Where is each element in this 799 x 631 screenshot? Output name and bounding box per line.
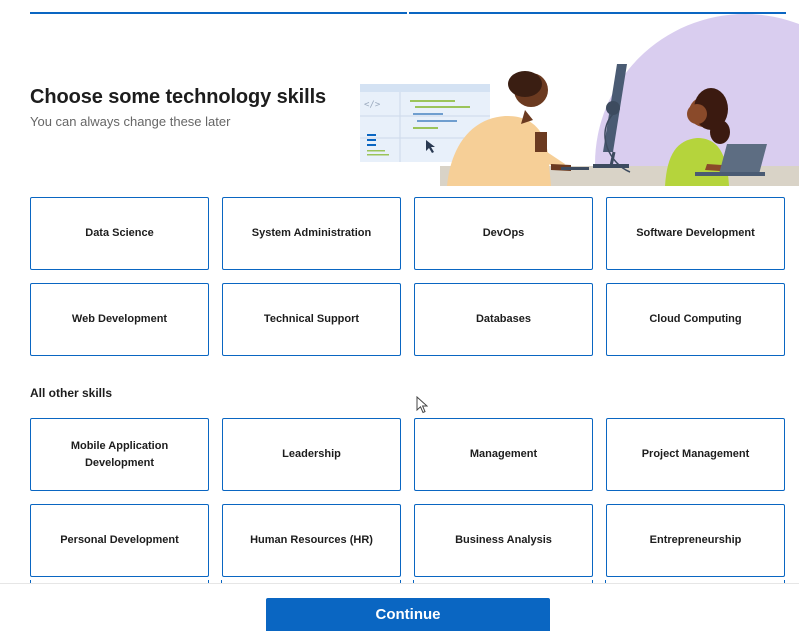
skill-tile-technical-support[interactable]: Technical Support	[222, 283, 401, 356]
other-skills-grid: Mobile Application Development Leadershi…	[30, 418, 785, 577]
skill-tile-project-management[interactable]: Project Management	[606, 418, 785, 491]
skill-tile-system-administration[interactable]: System Administration	[222, 197, 401, 270]
skill-tile-web-development[interactable]: Web Development	[30, 283, 209, 356]
illustration-code-tag: </>	[364, 100, 381, 110]
page-title: Choose some technology skills	[30, 86, 327, 108]
hero-illustration: </>	[360, 14, 799, 186]
illustration-laptop	[719, 144, 767, 174]
skill-tile-databases[interactable]: Databases	[414, 283, 593, 356]
featured-skills-grid: Data Science System Administration DevOp…	[30, 197, 785, 356]
skill-tile-mobile-application-development[interactable]: Mobile Application Development	[30, 418, 209, 491]
skill-tile-management[interactable]: Management	[414, 418, 593, 491]
continue-button[interactable]: Continue	[266, 598, 550, 631]
skill-tile-devops[interactable]: DevOps	[414, 197, 593, 270]
page-subtitle: You can always change these later	[30, 114, 231, 129]
skill-tile-leadership[interactable]: Leadership	[222, 418, 401, 491]
footer-bar: Continue	[0, 583, 799, 631]
skill-tile-personal-development[interactable]: Personal Development	[30, 504, 209, 577]
mouse-cursor-icon	[416, 396, 428, 414]
skill-tile-data-science[interactable]: Data Science	[30, 197, 209, 270]
skill-tile-cloud-computing[interactable]: Cloud Computing	[606, 283, 785, 356]
skill-tile-entrepreneurship[interactable]: Entrepreneurship	[606, 504, 785, 577]
skill-tile-software-development[interactable]: Software Development	[606, 197, 785, 270]
all-other-skills-heading: All other skills	[30, 386, 113, 400]
skill-tile-human-resources[interactable]: Human Resources (HR)	[222, 504, 401, 577]
skill-tile-business-analysis[interactable]: Business Analysis	[414, 504, 593, 577]
